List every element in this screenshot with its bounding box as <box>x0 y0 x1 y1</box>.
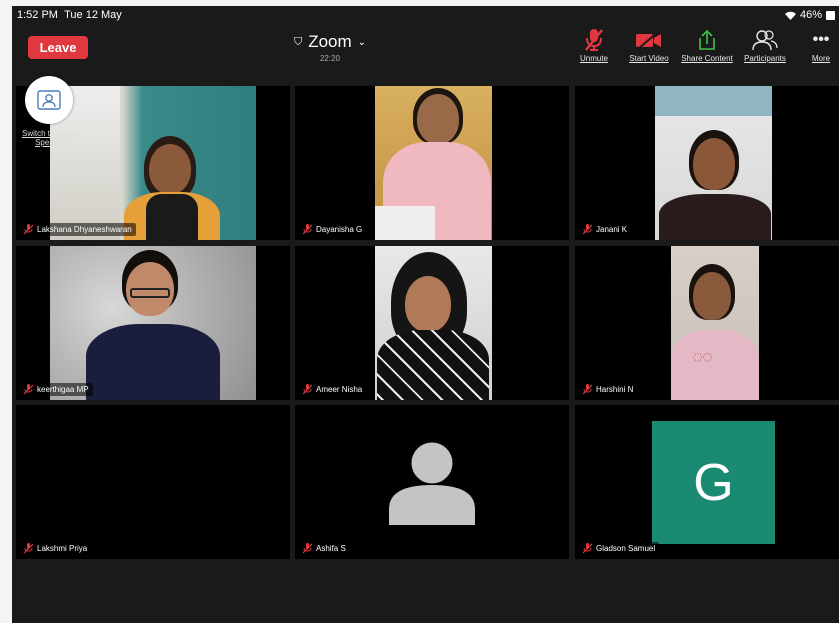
mic-off-icon <box>303 543 312 554</box>
participant-name: Gladson Samuel <box>596 544 656 553</box>
video-tile[interactable]: Dayanisha G <box>295 86 569 240</box>
mic-off-icon <box>303 384 312 395</box>
share-icon <box>699 29 715 50</box>
participant-name: Dayanisha G <box>316 225 363 234</box>
battery-percent: 46% <box>799 9 822 21</box>
switch-to-active-speaker-button[interactable] <box>25 76 73 124</box>
unmute-button[interactable]: Unmute <box>576 28 612 63</box>
mic-off-icon <box>24 224 33 235</box>
participants-label: Participants <box>744 54 786 63</box>
wifi-icon <box>784 11 796 20</box>
participant-video <box>50 86 256 240</box>
unmute-label: Unmute <box>579 54 608 63</box>
meeting-title: Zoom <box>308 32 352 51</box>
participant-video <box>375 86 492 240</box>
video-tile[interactable]: Ameer Nisha <box>295 246 569 400</box>
more-button[interactable]: ••• More <box>808 28 834 63</box>
video-tile[interactable]: ◌◌ Harshini N <box>575 246 839 400</box>
participant-name-tag: Harshini N <box>581 383 638 396</box>
status-right: 46% <box>784 9 835 21</box>
participant-video: ◌◌ <box>671 246 759 400</box>
battery-icon <box>826 10 835 20</box>
more-dots-icon: ••• <box>812 31 830 48</box>
video-tile[interactable]: Lakshmi Priya <box>16 405 290 559</box>
participant-name-tag: Ameer Nisha <box>301 383 367 396</box>
zoom-meeting-screen: 1:52 PM Tue 12 May 46% Leave ⛉ Zoom ⌄ 22… <box>12 6 839 623</box>
participant-name-tag: Janani K <box>581 223 632 236</box>
participants-icon <box>752 30 778 51</box>
status-bar: 1:52 PM Tue 12 May 46% <box>12 6 839 24</box>
switch-to-active-speaker-label[interactable]: Switch to Active Speaker <box>16 129 84 147</box>
share-content-label: Share Content <box>681 54 733 63</box>
speaker-view-icon <box>37 90 61 110</box>
more-label: More <box>811 54 831 63</box>
participant-name: Ameer Nisha <box>316 385 363 394</box>
mic-off-icon <box>583 543 592 554</box>
avatar-silhouette-icon <box>389 439 475 525</box>
meeting-duration: 22:20 <box>319 54 341 63</box>
start-video-button[interactable]: Start Video <box>626 28 672 63</box>
video-off-icon <box>636 30 661 50</box>
participant-name: Lakshmi Priya <box>37 544 88 553</box>
video-tile[interactable]: Janani K <box>575 86 839 240</box>
status-time: 1:52 PM <box>17 9 58 21</box>
mic-off-icon <box>24 543 33 554</box>
participant-name: Ashifa S <box>316 544 346 553</box>
participant-video <box>655 86 772 240</box>
participant-name: Harshini N <box>596 385 634 394</box>
participant-name: keerthigaa MP <box>37 385 89 394</box>
participant-video <box>50 246 256 400</box>
mic-off-icon <box>24 384 33 395</box>
video-tile[interactable]: Ashifa S <box>295 405 569 559</box>
participant-name-tag: Ashifa S <box>301 542 350 555</box>
participant-video <box>375 246 492 400</box>
share-content-button[interactable]: Share Content <box>678 28 736 63</box>
participant-name-tag: Lakshana Dhyaneshwaran <box>22 223 136 236</box>
mic-off-icon <box>583 384 592 395</box>
avatar-letter-tile: G <box>652 421 775 544</box>
participants-button[interactable]: Participants <box>742 28 788 63</box>
participant-name: Janani K <box>596 225 628 234</box>
status-time-date: 1:52 PM Tue 12 May <box>17 9 122 21</box>
participant-name-tag: Gladson Samuel <box>581 542 660 555</box>
shield-icon: ⛉ <box>293 35 303 48</box>
avatar-letter: G <box>693 453 734 512</box>
shirt-print: ◌◌ <box>693 350 713 363</box>
participant-name-tag: Dayanisha G <box>301 223 367 236</box>
participant-name: Lakshana Dhyaneshwaran <box>37 225 132 234</box>
chevron-down-icon: ⌄ <box>357 36 367 48</box>
video-tile[interactable]: G Gladson Samuel <box>575 405 839 559</box>
mic-off-icon <box>585 29 603 51</box>
participant-name-tag: Lakshmi Priya <box>22 542 92 555</box>
video-tile[interactable]: keerthigaa MP <box>16 246 290 400</box>
meeting-title-dropdown[interactable]: ⛉ Zoom ⌄ 22:20 <box>282 32 378 63</box>
participant-name-tag: keerthigaa MP <box>22 383 93 396</box>
mic-off-icon <box>583 224 592 235</box>
status-date: Tue 12 May <box>64 9 122 21</box>
leave-button[interactable]: Leave <box>28 36 88 59</box>
start-video-label: Start Video <box>629 54 669 63</box>
mic-off-icon <box>303 224 312 235</box>
